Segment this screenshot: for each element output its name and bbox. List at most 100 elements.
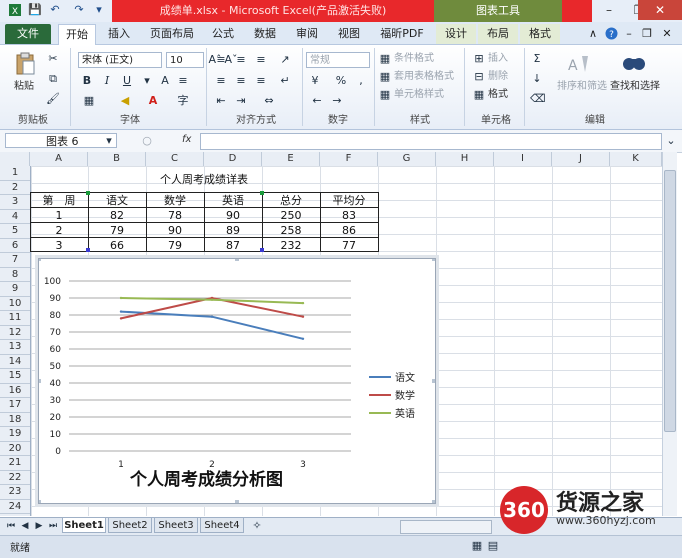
row-header[interactable]: 16 [0, 384, 30, 398]
prev-sheet-icon[interactable]: ◀ [18, 519, 32, 533]
chart-resize-handle[interactable] [235, 257, 239, 261]
tab-review[interactable]: 审阅 [290, 24, 324, 44]
paste-icon[interactable] [14, 52, 36, 76]
table-cell[interactable]: 77 [320, 238, 378, 253]
table-cell[interactable]: 79 [146, 238, 204, 253]
chart-resize-handle[interactable] [235, 500, 239, 504]
tab-insert[interactable]: 插入 [102, 24, 136, 44]
table-format-button[interactable]: 套用表格格式 [394, 70, 454, 84]
number-format-box[interactable]: 常规 [306, 52, 370, 68]
collapse-ribbon-icon[interactable]: ∧ [586, 24, 600, 44]
tab-layout[interactable]: 布局 [478, 24, 518, 44]
cell-style-button[interactable]: 单元格样式 [394, 88, 444, 102]
chart-resize-handle[interactable] [432, 379, 436, 383]
column-header[interactable]: A [30, 152, 88, 166]
table-cell[interactable]: 79 [88, 223, 146, 238]
next-sheet-icon[interactable]: ▶ [32, 519, 46, 533]
table-cell[interactable]: 82 [88, 208, 146, 223]
tab-data[interactable]: 数据 [248, 24, 282, 44]
series-point[interactable] [301, 301, 305, 305]
font-color-icon[interactable]: A [146, 94, 160, 108]
sheet-tab-sheet4[interactable]: Sheet4 [200, 518, 244, 533]
undo-icon[interactable]: ↶ [48, 3, 62, 17]
row-header[interactable]: 24 [0, 500, 30, 514]
column-header[interactable]: H [436, 152, 494, 166]
tab-design[interactable]: 设计 [436, 24, 476, 44]
series-point[interactable] [210, 315, 214, 318]
minimize-icon[interactable]: – [594, 0, 624, 20]
increase-decimal-icon[interactable]: ← [310, 94, 324, 108]
series-point[interactable] [301, 337, 305, 340]
font-name-box[interactable]: 宋体 (正文) [78, 52, 162, 68]
table-header-cell[interactable]: 平均分 [320, 193, 378, 208]
table-cell[interactable]: 1 [30, 208, 88, 223]
name-box-dropdown-icon[interactable]: ▾ [102, 134, 116, 148]
align-bottom-icon[interactable]: ≡ [254, 53, 268, 67]
row-header[interactable]: 2 [0, 181, 30, 195]
insert-function-icon[interactable]: fx [182, 134, 191, 145]
conditional-format-button[interactable]: 条件格式 [394, 52, 434, 66]
table-cell[interactable]: 250 [262, 208, 320, 223]
horizontal-scrollbar[interactable] [400, 520, 492, 534]
table-cell[interactable]: 87 [204, 238, 262, 253]
column-header[interactable]: J [552, 152, 610, 166]
vertical-scroll-thumb[interactable] [664, 170, 676, 432]
tab-format[interactable]: 格式 [520, 24, 560, 44]
tab-view[interactable]: 视图 [332, 24, 366, 44]
column-header[interactable]: C [146, 152, 204, 166]
italic-icon[interactable]: I [100, 74, 114, 88]
tab-foxit-pdf[interactable]: 福昕PDF [374, 24, 430, 44]
align-middle-icon[interactable]: ≡ [234, 53, 248, 67]
font-color-a-icon[interactable]: A [158, 74, 172, 88]
row-header[interactable]: 13 [0, 340, 30, 355]
row-header[interactable]: 12 [0, 326, 30, 340]
row-header[interactable]: 5 [0, 224, 30, 239]
find-select-icon[interactable] [620, 50, 648, 78]
fill-icon[interactable]: ↓ [530, 72, 544, 86]
strikethrough-icon[interactable]: ≡ [176, 74, 190, 88]
format-painter-icon[interactable]: 🖌 [46, 92, 60, 106]
row-header[interactable]: 21 [0, 456, 30, 471]
table-cell[interactable]: 66 [88, 238, 146, 253]
tab-home[interactable]: 开始 [58, 24, 96, 45]
phonetic-icon[interactable]: 字 [176, 94, 190, 108]
chart-resize-handle[interactable] [432, 257, 436, 261]
table-header-cell[interactable]: 语文 [88, 193, 146, 208]
select-all-corner[interactable] [0, 152, 30, 166]
table-cell[interactable]: 78 [146, 208, 204, 223]
first-sheet-icon[interactable]: ⏮ [4, 519, 18, 533]
customize-qat-icon[interactable]: ▾ [92, 3, 106, 17]
expand-formula-icon[interactable]: ⌄ [664, 134, 678, 148]
wrap-text-icon[interactable]: ↵ [278, 74, 292, 88]
align-right-icon[interactable]: ≡ [254, 74, 268, 88]
close-icon[interactable]: ✕ [638, 0, 682, 20]
orientation-icon[interactable]: ↗ [278, 53, 292, 67]
row-header[interactable]: 15 [0, 369, 30, 384]
row-header[interactable]: 4 [0, 210, 30, 224]
underline-dropdown-icon[interactable]: ▾ [140, 74, 154, 88]
row-header[interactable]: 20 [0, 442, 30, 456]
row-header[interactable]: 14 [0, 355, 30, 369]
percent-icon[interactable]: % [334, 74, 348, 88]
column-header[interactable]: E [262, 152, 320, 166]
align-center-icon[interactable]: ≡ [234, 74, 248, 88]
decrease-decimal-icon[interactable]: → [330, 94, 344, 108]
column-header[interactable]: K [610, 152, 662, 166]
cell-style-icon[interactable]: ▦ [378, 88, 392, 102]
sheet-tab-sheet1[interactable]: Sheet1 [62, 518, 106, 533]
row-header[interactable]: 23 [0, 485, 30, 500]
insert-cells-icon[interactable]: ⊞ [472, 52, 486, 66]
column-header[interactable]: I [494, 152, 552, 166]
sheet-tab-sheet3[interactable]: Sheet3 [154, 518, 198, 533]
table-cell[interactable]: 89 [204, 223, 262, 238]
tab-file[interactable]: 文件 [5, 24, 51, 44]
underline-icon[interactable]: U [120, 74, 134, 88]
series-point[interactable] [301, 315, 305, 318]
row-header[interactable]: 8 [0, 268, 30, 282]
table-header-cell[interactable]: 英语 [204, 193, 262, 208]
format-cells-button[interactable]: 格式 [488, 88, 508, 102]
series-point[interactable] [210, 298, 214, 301]
conditional-format-icon[interactable]: ▦ [378, 52, 392, 66]
workbook-restore-icon[interactable]: ❐ [640, 24, 654, 44]
series-point[interactable] [119, 317, 123, 320]
